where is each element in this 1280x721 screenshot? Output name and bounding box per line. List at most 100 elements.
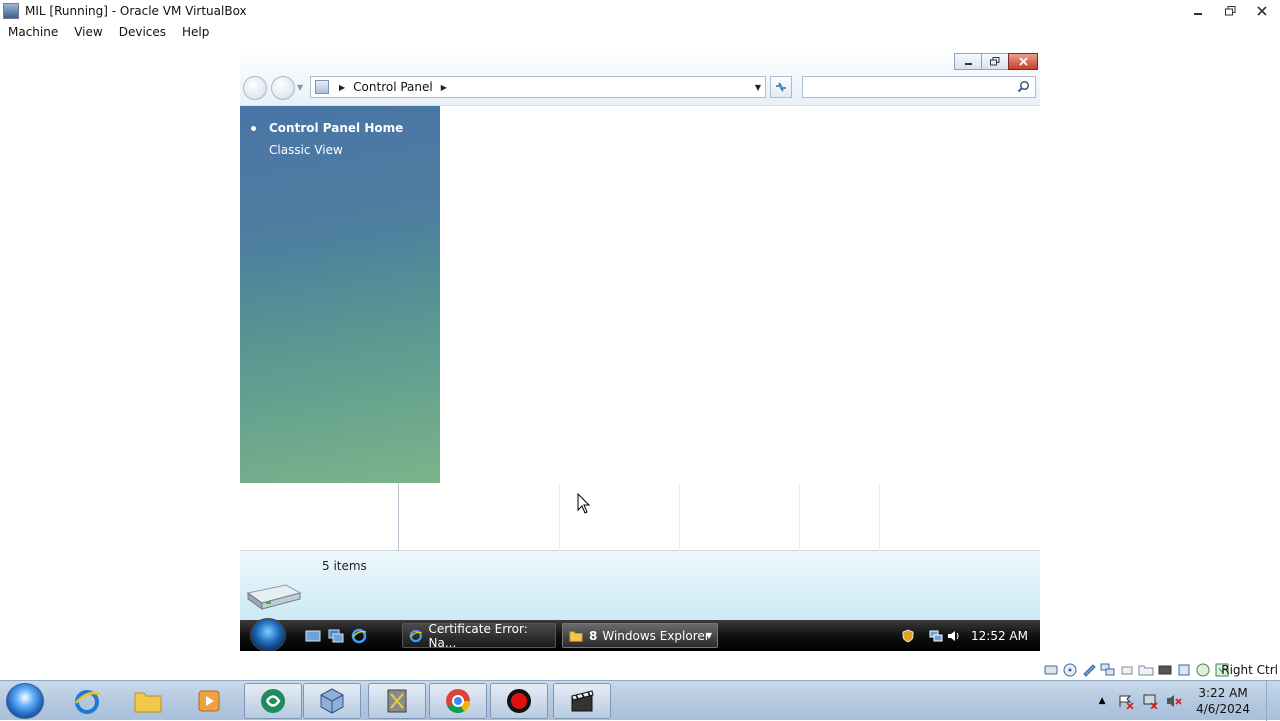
cpu-status-icon[interactable] <box>1195 662 1211 678</box>
forward-button[interactable] <box>271 76 295 100</box>
menu-help[interactable]: Help <box>182 25 209 39</box>
taskbar-pin-internet-explorer[interactable] <box>58 683 116 719</box>
network-status-icon[interactable] <box>1100 662 1116 678</box>
host-clock-time: 3:22 AM <box>1198 686 1248 700</box>
content-pane[interactable] <box>440 106 1040 483</box>
usb-status-icon[interactable] <box>1119 662 1135 678</box>
mouse-cursor-icon <box>577 493 591 514</box>
audio-status-icon[interactable] <box>1081 662 1097 678</box>
minimize-icon <box>1194 12 1202 15</box>
guest-system-tray: 12:52 AM <box>901 620 1040 651</box>
show-desktop-icon[interactable] <box>305 628 321 644</box>
host-restore-button[interactable] <box>1215 1 1245 20</box>
explorer-close-button[interactable] <box>1008 53 1038 70</box>
address-dropdown-icon[interactable]: ▼ <box>755 83 761 92</box>
column-divider[interactable] <box>398 483 399 551</box>
switch-windows-icon[interactable] <box>328 628 344 644</box>
host-clock[interactable]: 3:22 AM 4/6/2024 <box>1196 685 1250 717</box>
green-circle-app-icon <box>261 689 285 713</box>
media-player-icon <box>198 690 220 712</box>
menu-machine[interactable]: Machine <box>8 25 58 39</box>
column-divider[interactable] <box>679 483 680 551</box>
search-box[interactable] <box>802 76 1036 98</box>
explorer-restore-button[interactable] <box>981 53 1009 70</box>
sidebar-item-control-panel-home[interactable]: Control Panel Home <box>269 121 403 135</box>
taskbar-item-virtualbox[interactable] <box>303 683 361 719</box>
network-icon[interactable] <box>929 629 943 643</box>
volume-icon[interactable] <box>947 629 961 643</box>
recent-pages-dropdown-icon[interactable]: ▼ <box>297 83 303 92</box>
explorer-window-controls <box>954 53 1038 70</box>
sidebar-item-classic-view[interactable]: Classic View <box>269 143 343 157</box>
explorer-minimize-button[interactable] <box>954 53 982 70</box>
address-bar[interactable]: ▶ Control Panel ▶ ▼ <box>310 76 766 98</box>
control-panel-sidebar: Control Panel Home Classic View <box>240 106 440 483</box>
taskbar-group-count: 8 <box>589 628 598 643</box>
menu-view[interactable]: View <box>74 25 102 39</box>
taskbar-item-screen-recorder[interactable] <box>490 683 548 719</box>
host-system-tray: ▲ 3:22 AM 4/6/2024 <box>1094 681 1280 721</box>
taskbar-item-video-editor[interactable] <box>553 683 611 719</box>
vista-start-button[interactable] <box>250 618 286 651</box>
tools-icon <box>387 689 407 713</box>
taskbar-item-certificate-error[interactable]: Certificate Error: Na... <box>402 621 556 650</box>
taskbar-pin-media-player[interactable] <box>180 683 238 719</box>
restore-icon <box>990 57 1000 66</box>
breadcrumb-arrow-icon[interactable]: ▶ <box>339 83 345 92</box>
host-close-button[interactable] <box>1247 1 1277 20</box>
display-status-icon[interactable] <box>1157 662 1173 678</box>
taskbar-item-tools[interactable] <box>368 683 426 719</box>
host-window-controls <box>1183 1 1277 20</box>
virtualbox-app-icon[interactable] <box>3 2 19 19</box>
host-menubar: Machine View Devices Help <box>0 21 1280 42</box>
taskbar-pin-file-explorer[interactable] <box>119 683 177 719</box>
details-pane: 5 items <box>240 551 1040 620</box>
host-key-label: Right Ctrl <box>1221 663 1278 677</box>
guest-taskbar: Certificate Error: Na... 8 Windows Explo… <box>240 618 1040 651</box>
refresh-button[interactable] <box>770 76 792 98</box>
taskbar-item-app-green[interactable] <box>244 683 302 719</box>
virtualbox-status-bar: Right Ctrl <box>0 660 1280 680</box>
security-shield-icon[interactable] <box>901 629 915 643</box>
film-clapper-icon <box>571 690 594 712</box>
search-icon[interactable] <box>1017 80 1030 93</box>
chevron-down-icon[interactable]: ▼ <box>706 631 712 640</box>
internet-explorer-icon[interactable] <box>351 628 367 644</box>
show-desktop-button[interactable] <box>1266 681 1280 721</box>
folder-icon <box>134 692 162 713</box>
back-button[interactable] <box>243 76 267 100</box>
action-center-icon[interactable] <box>1118 693 1134 709</box>
network-tray-icon[interactable] <box>1142 693 1158 709</box>
close-icon <box>1257 5 1267 16</box>
host-minimize-button[interactable] <box>1183 1 1213 20</box>
refresh-icon <box>776 82 786 92</box>
taskbar-item-label: Certificate Error: Na... <box>428 621 528 650</box>
guest-screen[interactable]: ▼ ▶ Control Panel ▶ ▼ Control Panel Home… <box>240 51 1040 651</box>
taskbar-item-label: Windows Explorer <box>602 628 710 643</box>
column-divider[interactable] <box>559 483 560 551</box>
internet-explorer-icon <box>409 629 422 642</box>
column-divider[interactable] <box>799 483 800 551</box>
taskbar-item-chrome[interactable] <box>429 683 487 719</box>
explorer-toolbar: ▼ ▶ Control Panel ▶ ▼ <box>240 51 1040 106</box>
recording-status-icon[interactable] <box>1176 662 1192 678</box>
item-count: 5 items <box>322 559 367 573</box>
menu-devices[interactable]: Devices <box>119 25 166 39</box>
breadcrumb-control-panel[interactable]: Control Panel <box>353 80 433 94</box>
internet-explorer-icon <box>75 690 101 714</box>
close-icon <box>1018 57 1028 66</box>
breadcrumb-arrow-icon[interactable]: ▶ <box>441 83 447 92</box>
search-input[interactable] <box>803 77 1013 97</box>
column-divider[interactable] <box>879 483 880 551</box>
hard-disk-status-icon[interactable] <box>1043 662 1059 678</box>
volume-muted-icon[interactable] <box>1166 693 1182 709</box>
shared-folders-status-icon[interactable] <box>1138 662 1154 678</box>
taskbar-item-windows-explorer[interactable]: 8 Windows Explorer ▼ <box>562 623 718 648</box>
windows-start-button[interactable] <box>6 683 44 719</box>
status-icons <box>1043 662 1230 678</box>
optical-drive-status-icon[interactable] <box>1062 662 1078 678</box>
tray-expand-icon[interactable]: ▲ <box>1094 693 1110 709</box>
host-taskbar: ▲ 3:22 AM 4/6/2024 <box>0 680 1280 721</box>
virtualbox-icon <box>320 688 344 714</box>
guest-clock[interactable]: 12:52 AM <box>971 629 1028 643</box>
